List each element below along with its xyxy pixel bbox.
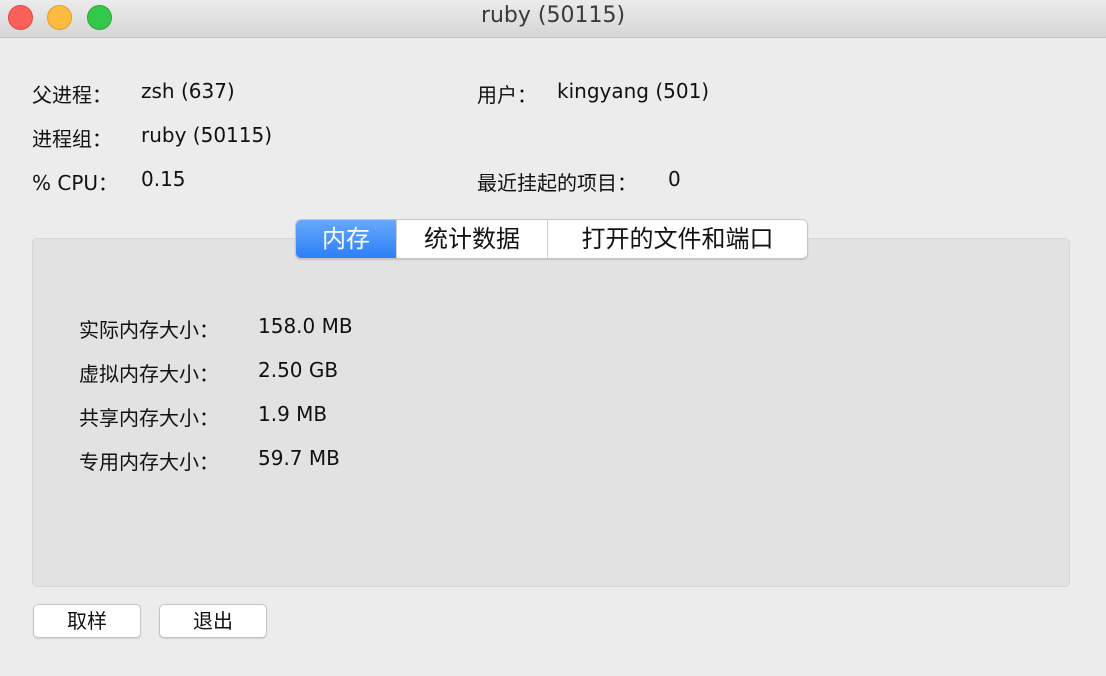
shared-memory-value: 1.9 MB — [258, 402, 328, 426]
parent-process-value: zsh (637) — [141, 79, 235, 103]
user-value: kingyang (501) — [557, 79, 710, 103]
tab-statistics[interactable]: 统计数据 — [397, 220, 548, 258]
tab-memory[interactable]: 内存 — [296, 220, 397, 258]
real-memory-value: 158.0 MB — [258, 314, 353, 338]
user-label: 用户： — [477, 83, 537, 107]
sample-button[interactable]: 取样 — [33, 604, 141, 638]
parent-process-label: 父进程： — [32, 83, 112, 107]
process-group-label: 进程组： — [32, 127, 112, 151]
memory-panel: 实际内存大小： 158.0 MB 虚拟内存大小： 2.50 GB 共享内存大小：… — [32, 238, 1070, 587]
quit-button[interactable]: 退出 — [159, 604, 267, 638]
title-bar: ruby (50115) — [0, 0, 1106, 38]
recent-faults-value: 0 — [668, 167, 681, 191]
virtual-memory-label: 虚拟内存大小： — [79, 362, 219, 386]
private-memory-label: 专用内存大小： — [79, 450, 219, 474]
process-group-value: ruby (50115) — [141, 123, 273, 147]
recent-faults-label: 最近挂起的项目： — [477, 171, 637, 195]
cpu-value: 0.15 — [141, 167, 186, 191]
virtual-memory-value: 2.50 GB — [258, 358, 339, 382]
tab-bar: 内存 统计数据 打开的文件和端口 — [295, 219, 808, 259]
private-memory-value: 59.7 MB — [258, 446, 340, 470]
cpu-label: % CPU： — [32, 171, 119, 195]
tab-open-files-ports[interactable]: 打开的文件和端口 — [548, 220, 807, 258]
shared-memory-label: 共享内存大小： — [79, 406, 219, 430]
real-memory-label: 实际内存大小： — [79, 318, 219, 342]
window-title: ruby (50115) — [480, 3, 626, 28]
